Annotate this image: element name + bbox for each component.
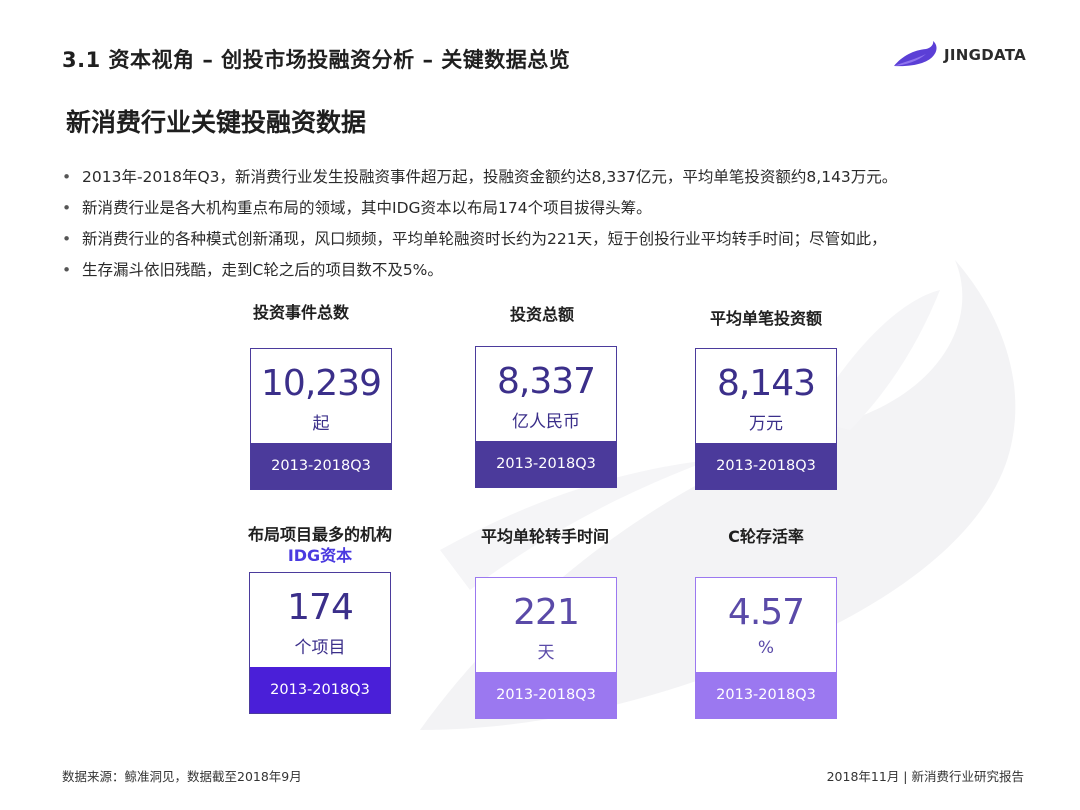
metric-value: 4.57 [727, 592, 805, 633]
metric-period: 2013-2018Q3 [476, 441, 616, 487]
metric-value: 174 [287, 587, 354, 628]
logo-text: JINGDATA [944, 46, 1026, 64]
metric-unit: 天 [537, 643, 555, 663]
whale-logo-icon [894, 41, 937, 67]
metric-period: 2013-2018Q3 [696, 443, 836, 489]
bullet-list: 2013年-2018年Q3，新消费行业发生投融资事件超万起，投融资金额约达8,3… [62, 162, 1042, 286]
data-source-note: 数据来源：鲸准洞见，数据截至2018年9月 [62, 769, 302, 784]
metric-period: 2013-2018Q3 [250, 667, 390, 713]
metric-label-investment-count: 投资事件总数 [181, 302, 421, 324]
metric-label-average-amount: 平均单笔投资额 [646, 308, 886, 330]
metric-card-c-round-survival: 4.57 % 2013-2018Q3 [695, 577, 837, 719]
metric-card-investment-count: 10,239 起 2013-2018Q3 [250, 348, 392, 490]
metric-card-average-amount: 8,143 万元 2013-2018Q3 [695, 348, 837, 490]
metric-value: 221 [513, 592, 580, 633]
metric-label: C轮存活率 [728, 527, 804, 546]
metric-unit: 个项目 [294, 638, 346, 658]
metric-unit: 起 [312, 414, 330, 434]
metric-label: 投资总额 [509, 305, 574, 324]
metric-unit: 亿人民币 [512, 412, 580, 432]
slide-title: 新消费行业关键投融资数据 [66, 108, 367, 137]
bullet-item: 新消费行业的各种模式创新涌现，风口频频，平均单轮融资时长约为221天，短于创投行… [62, 224, 1042, 255]
metric-card-total-amount: 8,337 亿人民币 2013-2018Q3 [475, 346, 617, 488]
metric-value: 8,337 [496, 361, 596, 402]
metric-label-c-round-survival: C轮存活率 [646, 526, 886, 548]
metric-label-turnover-time: 平均单轮转手时间 [425, 526, 665, 548]
bullet-item: 2013年-2018年Q3，新消费行业发生投融资事件超万起，投融资金额约达8,3… [62, 162, 1042, 193]
metric-label: 投资事件总数 [252, 303, 349, 322]
metric-label: 平均单笔投资额 [709, 309, 822, 328]
metric-value: 8,143 [716, 363, 816, 404]
metric-period: 2013-2018Q3 [251, 443, 391, 489]
metric-unit: % [757, 638, 775, 658]
metric-sublabel-idg: IDG资本 [287, 546, 353, 565]
bullet-item-continuation: 生存漏斗依旧残酷，走到C轮之后的项目数不及5%。 [62, 255, 1042, 286]
jingdata-logo: JINGDATA [892, 40, 1026, 70]
metric-card-turnover-time: 221 天 2013-2018Q3 [475, 577, 617, 719]
metric-unit: 万元 [749, 414, 783, 434]
metric-period: 2013-2018Q3 [696, 672, 836, 718]
metric-label-top-institution: 布局项目最多的机构 IDG资本 [200, 524, 440, 566]
metric-label-total-amount: 投资总额 [422, 304, 662, 326]
report-footer: 2018年11月 | 新消费行业研究报告 [826, 769, 1024, 784]
metric-label: 平均单轮转手时间 [480, 527, 609, 546]
metric-label: 布局项目最多的机构 [247, 525, 392, 544]
bullet-item: 新消费行业是各大机构重点布局的领域，其中IDG资本以布局174个项目拔得头筹。 [62, 193, 1042, 224]
section-title: 3.1 资本视角 – 创投市场投融资分析 – 关键数据总览 [62, 48, 571, 72]
metric-period: 2013-2018Q3 [476, 672, 616, 718]
metric-value: 10,239 [261, 363, 382, 404]
metric-card-top-institution: 174 个项目 2013-2018Q3 [249, 572, 391, 714]
